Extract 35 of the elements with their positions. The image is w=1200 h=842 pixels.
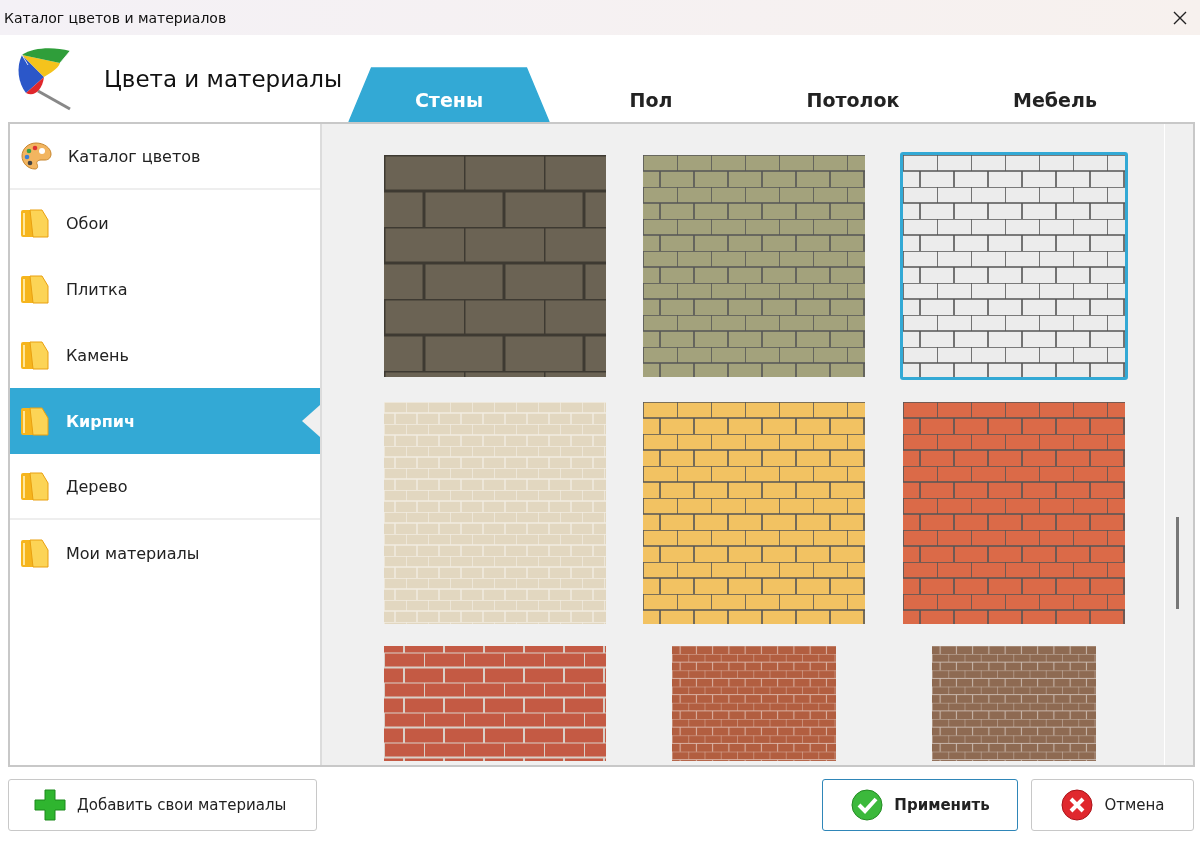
apply-button[interactable]: Применить: [822, 779, 1018, 831]
add-materials-button[interactable]: Добавить свои материалы: [8, 779, 317, 831]
plus-icon: [33, 788, 67, 822]
folder-icon: [20, 405, 50, 437]
scrollbar-thumb[interactable]: [1176, 517, 1179, 609]
sidebar-item[interactable]: Мои материалы: [10, 520, 320, 586]
brick-texture-tile[interactable]: [643, 155, 866, 377]
brick-texture-tile[interactable]: [672, 646, 837, 761]
sidebar-item[interactable]: Плитка: [10, 256, 320, 322]
folder-icon: [20, 207, 50, 239]
sidebar-item[interactable]: Камень: [10, 322, 320, 388]
tab[interactable]: Пол: [550, 67, 752, 122]
folder-icon: [20, 470, 50, 502]
close-icon: [1060, 788, 1095, 822]
brick-texture-tile[interactable]: [903, 402, 1126, 624]
folder-icon: [20, 273, 50, 305]
palette-icon: [20, 140, 52, 172]
brick-texture-tile[interactable]: [383, 402, 606, 624]
tab[interactable]: Мебель: [954, 67, 1156, 122]
brick-texture-tile[interactable]: [900, 152, 1129, 380]
folder-icon: [20, 537, 50, 569]
brick-texture-tile[interactable]: [383, 646, 606, 761]
brick-texture-tile[interactable]: [932, 646, 1097, 761]
sidebar-item[interactable]: Обои: [10, 190, 320, 256]
cancel-button[interactable]: Отмена: [1031, 779, 1194, 831]
brick-texture-tile[interactable]: [383, 155, 606, 377]
sidebar-item[interactable]: Каталог цветов: [10, 124, 320, 190]
window-title: Каталог цветов и материалов: [3, 9, 227, 26]
tab[interactable]: Потолок: [752, 67, 954, 122]
header-title: Цвета и материалы: [104, 65, 343, 92]
folder-icon: [20, 339, 50, 371]
check-icon: [850, 788, 885, 822]
close-icon: [1173, 10, 1187, 25]
brick-texture-tile[interactable]: [643, 402, 866, 624]
sidebar-item[interactable]: Дерево: [10, 454, 320, 520]
